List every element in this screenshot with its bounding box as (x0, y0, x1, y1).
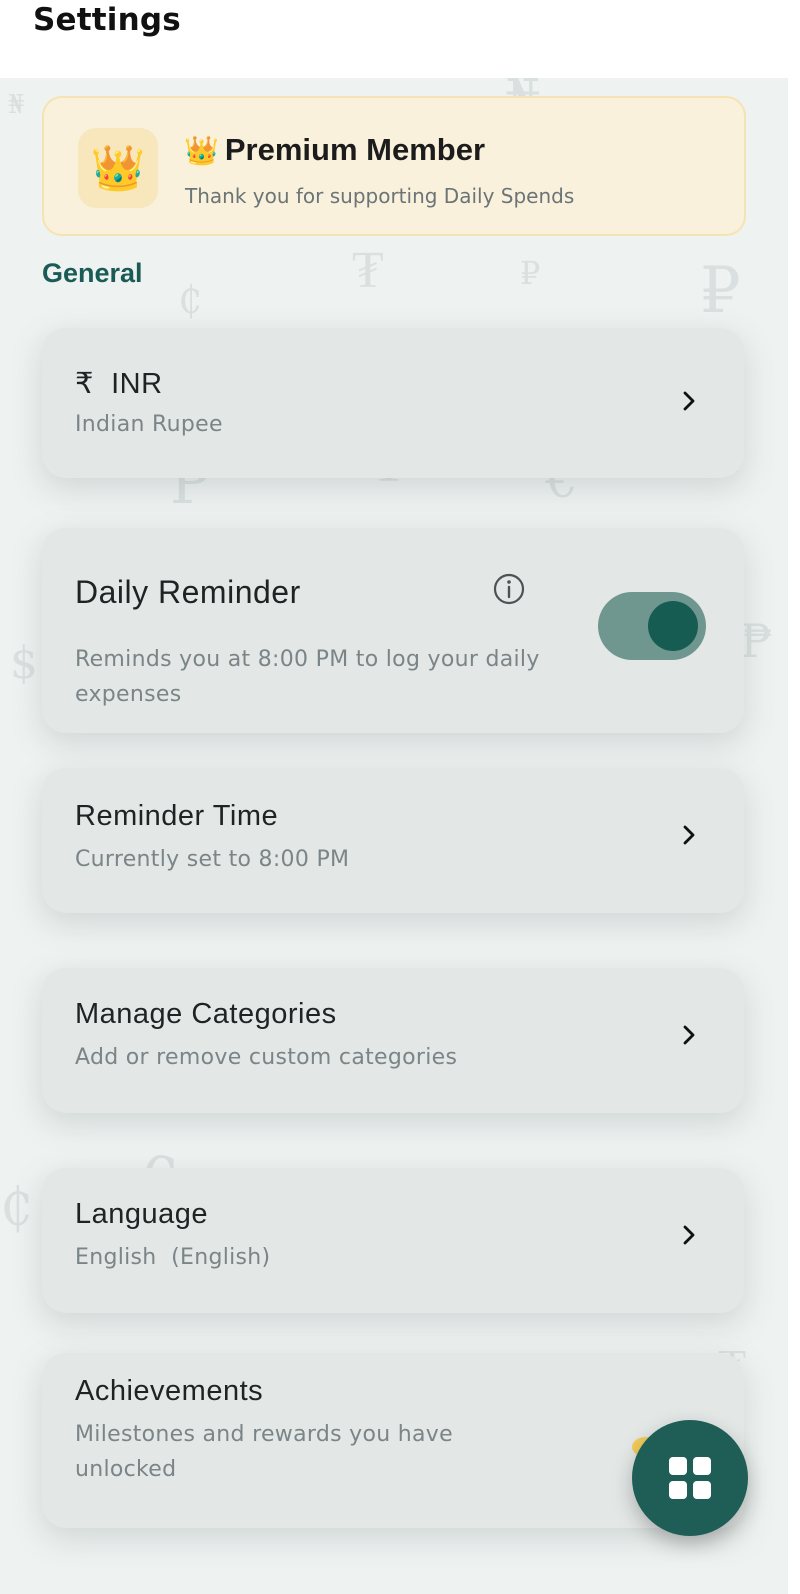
toggle-knob (648, 601, 698, 651)
bg-peso-icon: ₽ (520, 254, 541, 292)
bg-peso-icon: ₱ (740, 614, 773, 668)
chevron-right-icon (683, 1025, 695, 1045)
chevron-right-icon (683, 391, 695, 411)
achievements-title: Achievements (75, 1375, 264, 1407)
daily-reminder-title: Daily Reminder (75, 574, 301, 610)
language-setting[interactable]: Language English (English) (42, 1168, 744, 1313)
reminder-time-setting[interactable]: Reminder Time Currently set to 8:00 PM (42, 768, 744, 913)
info-icon[interactable] (492, 572, 526, 606)
language-title: Language (75, 1198, 209, 1230)
daily-reminder-toggle[interactable] (598, 592, 706, 660)
bg-dollar-icon: $ (10, 638, 38, 689)
bg-ruble-icon: ₽ (700, 254, 741, 328)
currency-name: Indian Rupee (75, 412, 223, 437)
chevron-right-icon (683, 825, 695, 845)
bg-naira-icon: ₦ (8, 90, 25, 120)
currency-setting[interactable]: ₹ INR Indian Rupee (42, 328, 744, 478)
reminder-time-title: Reminder Time (75, 800, 279, 832)
daily-reminder-subtitle: Reminds you at 8:00 PM to log your daily… (75, 647, 540, 707)
language-subtitle: English (English) (75, 1245, 271, 1270)
bg-tugrik-icon: ₮ (352, 240, 384, 300)
manage-categories-title: Manage Categories (75, 998, 337, 1030)
grid-icon (669, 1457, 711, 1499)
bg-cedi-icon: ₵ (0, 1178, 34, 1238)
crown-icon: 👑 (78, 128, 158, 208)
app-header: Settings (0, 0, 800, 78)
premium-banner[interactable]: 👑 👑 Premium Member Thank you for supporti… (42, 96, 746, 236)
grid-menu-button[interactable] (632, 1420, 748, 1536)
currency-title: ₹ INR (75, 366, 163, 401)
section-label-general: General (42, 258, 143, 288)
manage-categories-subtitle: Add or remove custom categories (75, 1045, 458, 1070)
premium-subtitle: Thank you for supporting Daily Spends (185, 184, 575, 208)
settings-content[interactable]: ₦ ₦ ₮ ₽ ₽ ₵ ₱ ₮ € ₦ $ ₱ ₵ ฿ ₱ ₽ $ € £ £ … (0, 78, 788, 1594)
currency-symbol: ₹ (75, 368, 94, 400)
daily-reminder-setting: Daily Reminder Reminds you at 8:00 PM to… (42, 528, 744, 733)
manage-categories-setting[interactable]: Manage Categories Add or remove custom c… (42, 968, 744, 1113)
premium-title-text: Premium Member (224, 132, 486, 167)
currency-code: INR (111, 368, 163, 400)
chevron-right-icon (683, 1225, 695, 1245)
achievements-subtitle: Milestones and rewards you have unlocked (75, 1422, 453, 1482)
reminder-time-subtitle: Currently set to 8:00 PM (75, 847, 350, 872)
bg-cedi-icon: ₵ (178, 278, 203, 322)
page-title: Settings (33, 2, 181, 38)
crown-icon: 👑 (184, 135, 219, 166)
premium-title: 👑 Premium Member (184, 132, 485, 168)
